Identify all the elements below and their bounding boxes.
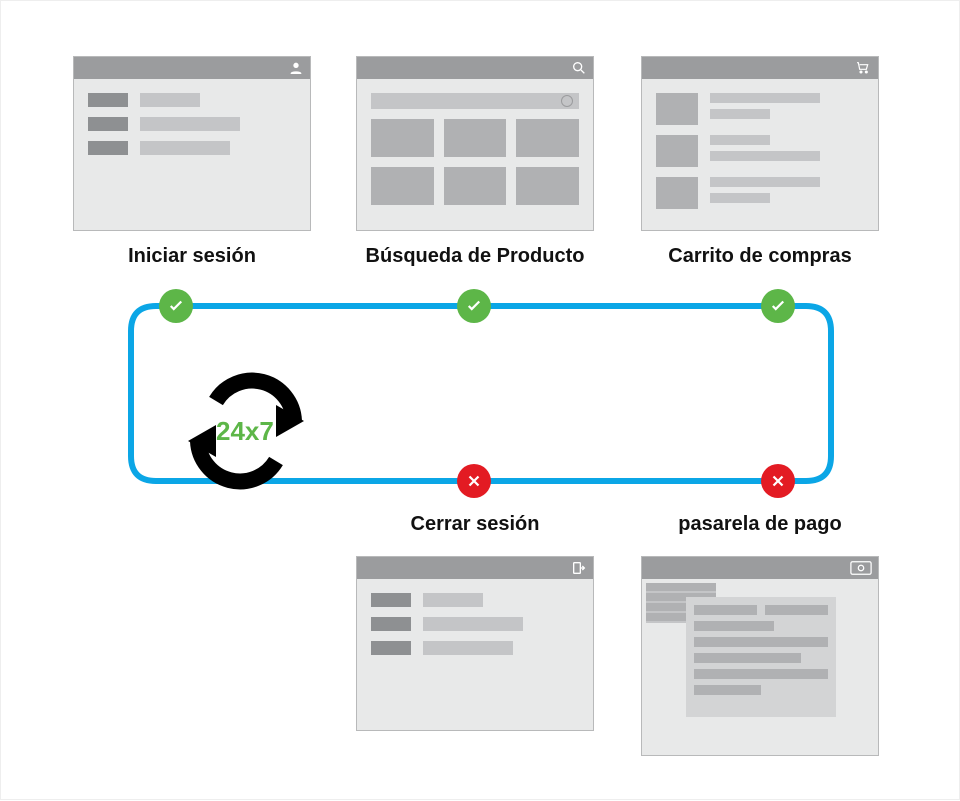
searchbar-placeholder [371, 93, 579, 109]
login-window-titlebar [74, 57, 310, 79]
payment-window-titlebar [642, 557, 878, 579]
logout-window [356, 556, 594, 731]
logout-label: Cerrar sesión [356, 513, 594, 536]
x-icon [769, 472, 787, 490]
check-icon [167, 297, 185, 315]
search-label: Búsqueda de Producto [356, 245, 594, 268]
list-item [371, 617, 579, 631]
cycle-label: 24x7 [216, 416, 274, 447]
cart-icon [854, 60, 872, 76]
cart-item [656, 135, 864, 167]
diagram-stage: Iniciar sesión Búsqueda de Producto Carr… [1, 1, 959, 799]
user-icon [288, 60, 304, 76]
search-status-badge [457, 289, 491, 323]
payment-status-badge [761, 464, 795, 498]
search-icon [571, 60, 587, 76]
search-window-body [357, 79, 593, 219]
logout-status-badge [457, 464, 491, 498]
result-cell [516, 119, 579, 157]
cart-label: Carrito de compras [641, 245, 879, 268]
search-window [356, 56, 594, 231]
result-cell [516, 167, 579, 205]
result-cell [444, 119, 507, 157]
logout-icon [571, 560, 587, 576]
result-cell [444, 167, 507, 205]
list-item [88, 117, 296, 131]
payment-window [641, 556, 879, 756]
list-item [88, 93, 296, 107]
payment-window-body [642, 579, 878, 719]
cart-window [641, 56, 879, 231]
search-window-titlebar [357, 57, 593, 79]
login-window-body [74, 79, 310, 169]
payment-label: pasarela de pago [641, 513, 879, 536]
cart-window-titlebar [642, 57, 878, 79]
list-item [88, 141, 296, 155]
x-icon [465, 472, 483, 490]
result-cell [371, 119, 434, 157]
list-item [371, 641, 579, 655]
money-icon [850, 561, 872, 575]
check-icon [769, 297, 787, 315]
login-status-badge [159, 289, 193, 323]
cart-status-badge [761, 289, 795, 323]
cart-item [656, 93, 864, 125]
cart-item [656, 177, 864, 209]
list-item [371, 593, 579, 607]
logout-window-body [357, 579, 593, 669]
result-grid [371, 119, 579, 205]
check-icon [465, 297, 483, 315]
payment-form [686, 597, 836, 717]
login-label: Iniciar sesión [73, 245, 311, 268]
login-window [73, 56, 311, 231]
logout-window-titlebar [357, 557, 593, 579]
result-cell [371, 167, 434, 205]
cart-window-body [642, 79, 878, 223]
